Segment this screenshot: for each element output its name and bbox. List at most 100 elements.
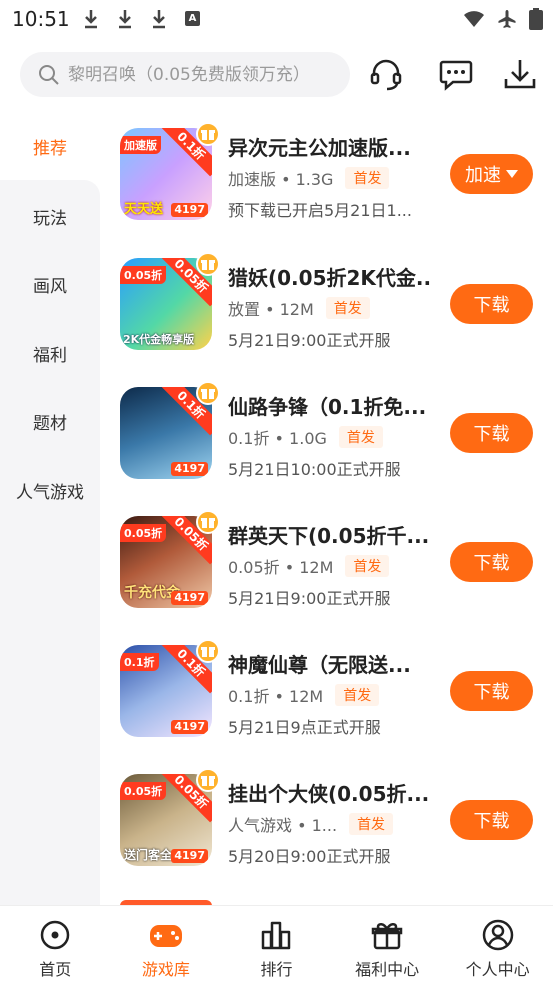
icon-tag: 0.1折 [120, 653, 159, 671]
game-title: 群英天下(0.05折千... [228, 524, 430, 548]
accelerate-button[interactable]: 加速 [450, 154, 533, 194]
messages-button[interactable] [436, 54, 476, 94]
category-art-style[interactable]: 画风 [0, 272, 100, 297]
category-sidebar: 推荐 玩法 画风 福利 题材 人气游戏 [0, 110, 100, 907]
headset-icon [370, 59, 402, 91]
game-meta-row: 0.05折 • 12M 首发 [228, 554, 390, 578]
nav-game-library[interactable]: 游戏库 [111, 906, 222, 983]
home-icon [41, 920, 70, 950]
first-release-tag: 首发 [335, 684, 380, 706]
chat-icon [439, 60, 473, 91]
download-icon [504, 60, 536, 89]
download-button[interactable]: 下载 [450, 284, 533, 324]
game-item[interactable]: 0.05折 0.05折 千充代金 4197 群英天下(0.05折千... 0.0… [100, 510, 553, 645]
first-release-tag: 首发 [345, 555, 390, 577]
category-gameplay[interactable]: 玩法 [0, 204, 100, 229]
download-button[interactable]: 下载 [450, 671, 533, 711]
nav-game-library-label: 游戏库 [141, 960, 190, 979]
nav-benefits-center-label: 福利中心 [355, 960, 420, 979]
game-release-info: 5月21日9:00正式开服 [228, 331, 391, 350]
ranking-icon [262, 921, 291, 950]
status-time: 10:51 [12, 7, 70, 31]
game-meta: 0.05折 • 12M [228, 558, 334, 577]
nav-home-label: 首页 [39, 960, 72, 979]
download-button[interactable]: 下载 [450, 413, 533, 453]
gift-badge-icon [196, 252, 220, 276]
app-notification-icon: A [185, 11, 200, 26]
gift-badge-icon [196, 639, 220, 663]
icon-tag: 0.05折 [120, 266, 167, 284]
game-item[interactable]: 0.05折 0.05折 送门客全 4197 挂出个大侠(0.05折... 人气游… [100, 768, 553, 903]
icon-caption: 送门客全 [124, 848, 173, 862]
category-theme[interactable]: 题材 [0, 409, 100, 434]
game-meta: 人气游戏 • 1... [228, 816, 338, 835]
download-button[interactable]: 下载 [450, 800, 533, 840]
search-icon [39, 64, 59, 85]
gift-badge-icon [196, 768, 220, 792]
game-title: 异次元主公加速版... [228, 136, 411, 160]
game-release-info: 5月21日9点正式开服 [228, 718, 381, 737]
bottom-navigation: 首页 游戏库 排行 福利中心 个人中心 [0, 905, 553, 983]
platform-badge: 4197 [171, 720, 208, 734]
gift-badge-icon [196, 381, 220, 405]
platform-badge: 4197 [171, 591, 208, 605]
gift-badge-icon [196, 122, 220, 146]
game-release-info: 5月21日9:00正式开服 [228, 589, 391, 608]
game-title: 仙路争锋（0.1折免... [228, 395, 427, 419]
download-button[interactable]: 下载 [450, 542, 533, 582]
wifi-icon [464, 11, 484, 27]
icon-tag: 加速版 [120, 136, 161, 154]
accelerate-button-label: 加速 [465, 165, 501, 186]
icon-caption: 天天送 [124, 202, 164, 217]
gift-badge-icon [196, 510, 220, 534]
game-release-info: 5月21日10:00正式开服 [228, 460, 401, 479]
game-meta-row: 放置 • 12M 首发 [228, 296, 370, 320]
game-meta-row: 0.1折 • 12M 首发 [228, 683, 380, 707]
status-bar: 10:51 A [0, 0, 553, 38]
game-meta: 加速版 • 1.3G [228, 170, 334, 189]
game-item[interactable]: 0.05折 0.05折 2K代金畅享版 猎妖(0.05折2K代金... 放置 •… [100, 252, 553, 387]
first-release-tag: 首发 [345, 167, 390, 189]
icon-tag: 0.05折 [120, 782, 167, 800]
game-item[interactable]: 0.1折 0.1折 4197 神魔仙尊（无限送... 0.1折 • 12M 首发… [100, 639, 553, 774]
game-meta-row: 0.1折 • 1.0G 首发 [228, 425, 383, 449]
category-benefits[interactable]: 福利 [0, 341, 100, 366]
game-title: 挂出个大侠(0.05折... [228, 782, 430, 806]
icon-caption: 2K代金畅享版 [123, 333, 195, 346]
game-release-info: 预下载已开启5月21日1... [228, 201, 412, 220]
icon-tag: 0.05折 [120, 524, 167, 542]
game-item[interactable]: 加速版 0.1折 天天送 4197 异次元主公加速版... 加速版 • 1.3G… [100, 122, 553, 257]
game-meta: 0.1折 • 1.0G [228, 429, 327, 448]
nav-profile-label: 个人中心 [465, 960, 530, 979]
download-notification-icon [119, 10, 131, 29]
caret-down-icon [506, 170, 518, 178]
game-meta: 0.1折 • 12M [228, 687, 324, 706]
category-recommended[interactable]: 推荐 [0, 134, 100, 159]
nav-ranking[interactable]: 排行 [221, 906, 332, 983]
platform-badge: 4197 [171, 462, 208, 476]
game-meta-row: 人气游戏 • 1... 首发 [228, 812, 394, 836]
gamepad-icon [149, 925, 182, 947]
search-input[interactable] [68, 64, 338, 85]
downloads-button[interactable] [500, 54, 540, 94]
category-popular[interactable]: 人气游戏 [0, 478, 100, 503]
first-release-tag: 首发 [338, 426, 383, 448]
profile-icon [482, 919, 513, 951]
download-notification-icon [153, 10, 165, 29]
first-release-tag: 首发 [325, 297, 370, 319]
search-bar[interactable] [20, 52, 350, 97]
nav-benefits-center[interactable]: 福利中心 [332, 906, 443, 983]
platform-badge: 4197 [171, 849, 208, 863]
download-notification-icon [85, 10, 97, 29]
game-item[interactable]: 0.1折 4197 仙路争锋（0.1折免... 0.1折 • 1.0G 首发 5… [100, 381, 553, 516]
customer-service-button[interactable] [366, 54, 406, 94]
game-release-info: 5月20日9:00正式开服 [228, 847, 391, 866]
nav-profile[interactable]: 个人中心 [442, 906, 553, 983]
nav-home[interactable]: 首页 [0, 906, 111, 983]
battery-icon [529, 8, 543, 30]
gift-icon [371, 923, 403, 950]
first-release-tag: 首发 [349, 813, 394, 835]
game-title: 猎妖(0.05折2K代金... [228, 266, 433, 290]
platform-badge: 4197 [171, 203, 208, 217]
nav-ranking-label: 排行 [260, 960, 293, 979]
